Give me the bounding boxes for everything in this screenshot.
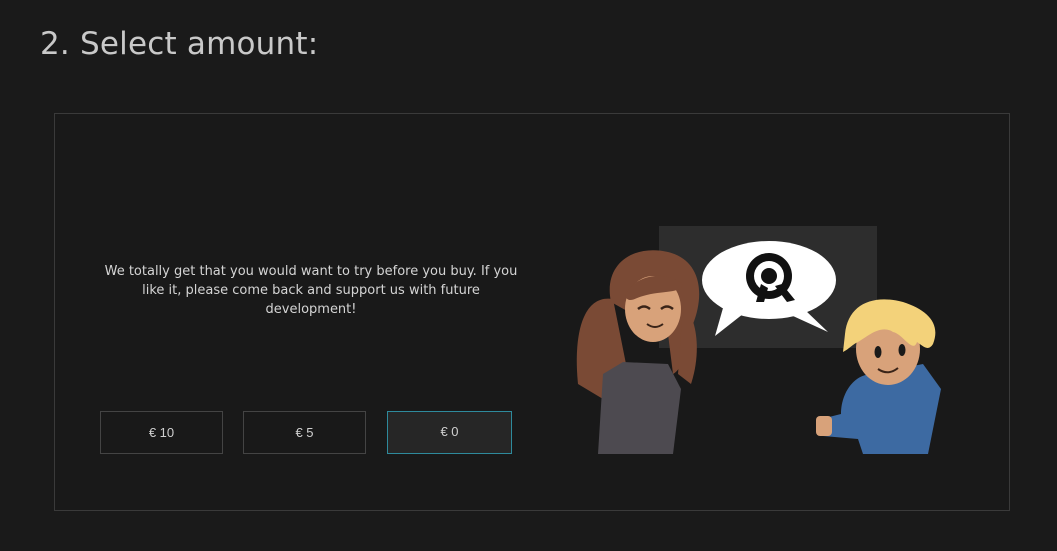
amount-10-button[interactable]: € 10 — [100, 411, 223, 454]
amount-0-button[interactable]: € 0 — [387, 411, 512, 454]
amount-panel: We totally get that you would want to tr… — [54, 113, 1010, 511]
page-title: 2. Select amount: — [40, 26, 319, 62]
girl-character — [576, 250, 700, 454]
amount-5-button[interactable]: € 5 — [243, 411, 366, 454]
characters-illustration — [576, 226, 941, 454]
try-before-buy-message: We totally get that you would want to tr… — [104, 264, 518, 317]
